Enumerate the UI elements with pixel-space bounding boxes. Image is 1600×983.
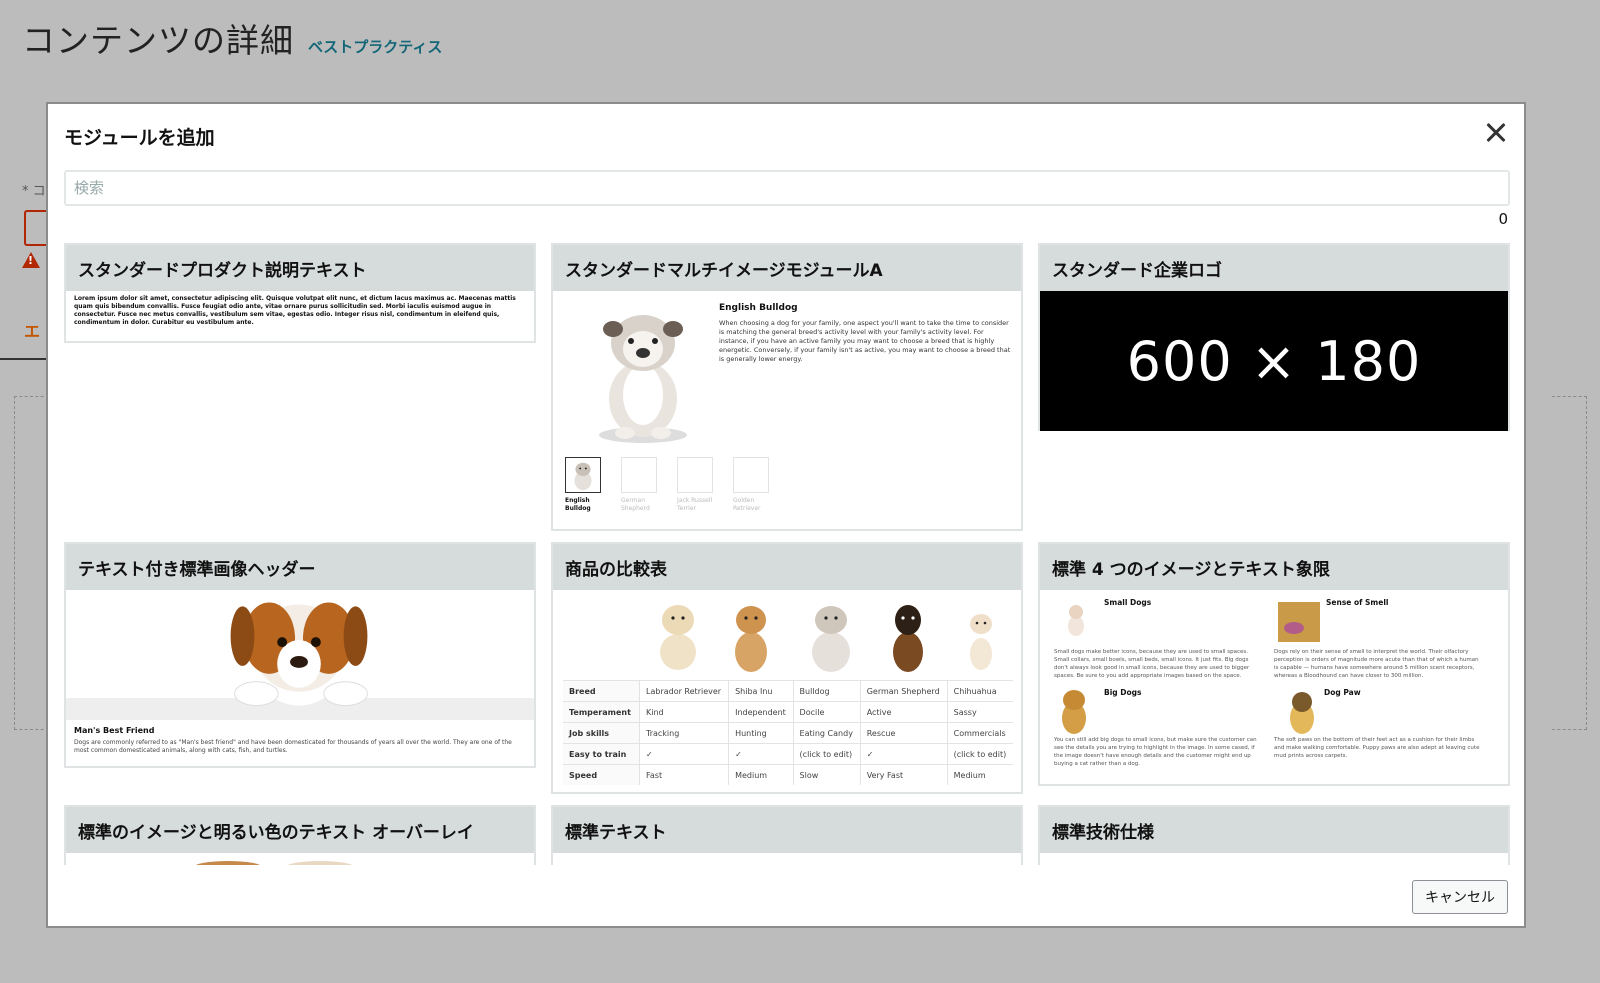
table-cell: Shiba Inu bbox=[728, 680, 794, 702]
table-cell: Labrador Retriever bbox=[638, 680, 729, 702]
module-card-four-image-quadrant[interactable]: 標準 4 つのイメージとテキスト象限 Small Dogs Small dogs… bbox=[1038, 542, 1510, 786]
bulldog-image bbox=[599, 315, 687, 443]
table-cell: Chihuahua bbox=[946, 680, 1013, 702]
table-row: Job skills Tracking Hunting Eating Candy Res… bbox=[563, 722, 1013, 744]
thumbnail-image bbox=[733, 457, 769, 493]
table-cell: Active bbox=[859, 701, 948, 723]
module-card-comparison-chart[interactable]: 商品の比較表 Breed Labrador Retriever Shiba Inu B… bbox=[551, 542, 1023, 794]
card-preview-image bbox=[195, 861, 353, 865]
thumbnail-image bbox=[621, 457, 657, 493]
module-card-company-logo[interactable]: スタンダード企業ロゴ 600 × 180 bbox=[1038, 243, 1510, 431]
puppy-image bbox=[66, 590, 534, 720]
module-card-tech-specs[interactable]: 標準技術仕様 bbox=[1038, 805, 1510, 865]
logo-placeholder: 600 × 180 bbox=[1040, 291, 1508, 431]
search-input[interactable] bbox=[64, 170, 1510, 206]
table-cell: ✓ bbox=[728, 743, 794, 765]
tab-underline bbox=[0, 358, 48, 360]
thumbnail-label: Jack Russell Terrier bbox=[677, 497, 713, 512]
background-input bbox=[24, 210, 48, 246]
card-title: スタンダードマルチイメージモジュールA bbox=[553, 245, 1021, 291]
preview-text: When choosing a dog for your family, one… bbox=[719, 319, 1011, 363]
warning-icon bbox=[22, 252, 40, 268]
table-row: Easy to train ✓ ✓ (click to edit) ✓ (click to… bbox=[563, 743, 1013, 765]
quadrant-text: The soft paws on the bottom of their fee… bbox=[1274, 737, 1480, 759]
table-cell: Kind bbox=[638, 701, 729, 723]
table-cell: Easy to train bbox=[563, 743, 640, 765]
close-icon[interactable] bbox=[1482, 118, 1510, 146]
table-row: Breed Labrador Retriever Shiba Inu Bulldog G… bbox=[563, 680, 1013, 702]
module-card-image-header-text[interactable]: テキスト付き標準画像ヘッダー Man's Best Friend Dogs ar… bbox=[64, 542, 536, 768]
table-cell: ✓ bbox=[859, 743, 948, 765]
page-header: コンテンツの詳細 ベストプラクティス bbox=[22, 14, 442, 62]
table-row: Temperament Kind Independent Docile Active Sa… bbox=[563, 701, 1013, 723]
table-cell: Slow bbox=[792, 764, 861, 785]
table-cell: Very Fast bbox=[859, 764, 948, 785]
comparison-images bbox=[553, 590, 1021, 680]
card-title: スタンダードプロダクト説明テキスト bbox=[66, 245, 534, 291]
background-tab: エ bbox=[24, 322, 41, 341]
card-title: 商品の比較表 bbox=[553, 544, 1021, 590]
card-title: テキスト付き標準画像ヘッダー bbox=[66, 544, 534, 590]
preview-heading: English Bulldog bbox=[719, 303, 798, 313]
module-card-product-description[interactable]: スタンダードプロダクト説明テキスト Lorem ipsum dolor sit … bbox=[64, 243, 536, 343]
table-cell: Medium bbox=[946, 764, 1013, 785]
quadrant-text: Dogs rely on their sense of smell to int… bbox=[1274, 649, 1479, 679]
quadrant-text: You can still add big dogs to small icon… bbox=[1054, 737, 1257, 767]
table-cell: Tracking bbox=[638, 722, 729, 744]
module-card-standard-text[interactable]: 標準テキスト bbox=[551, 805, 1023, 865]
table-cell: Rescue bbox=[859, 722, 948, 744]
table-cell: (click to edit) bbox=[792, 743, 861, 765]
required-field-label: * コ bbox=[22, 184, 46, 199]
module-card-image-light-overlay[interactable]: 標準のイメージと明るい色のテキスト オーバーレイ bbox=[64, 805, 536, 865]
card-title: 標準 4 つのイメージとテキスト象限 bbox=[1040, 544, 1508, 590]
table-cell: Medium bbox=[728, 764, 794, 785]
quadrant-title: Dog Paw bbox=[1324, 688, 1361, 697]
card-title: スタンダード企業ロゴ bbox=[1040, 245, 1508, 291]
module-card-multi-image[interactable]: スタンダードマルチイメージモジュールA English Bulldog When… bbox=[551, 243, 1023, 531]
caption-title: Man's Best Friend bbox=[74, 726, 155, 735]
page-title: コンテンツの詳細 bbox=[22, 21, 294, 60]
quadrant-title: Big Dogs bbox=[1104, 688, 1142, 697]
table-cell: German Shepherd bbox=[859, 680, 948, 702]
table-cell: (click to edit) bbox=[946, 743, 1013, 765]
quadrant-title: Small Dogs bbox=[1104, 598, 1152, 607]
result-count: 0 bbox=[1498, 210, 1508, 228]
table-cell: Job skills bbox=[563, 722, 640, 744]
dropzone-outline bbox=[1552, 396, 1587, 730]
module-grid: スタンダードプロダクト説明テキスト Lorem ipsum dolor sit … bbox=[64, 243, 1512, 865]
table-cell: Speed bbox=[563, 764, 640, 785]
thumbnail-label: Golden Retriever bbox=[733, 497, 761, 512]
card-title: 標準技術仕様 bbox=[1040, 807, 1508, 853]
thumbnail-label: English Bulldog bbox=[565, 497, 591, 512]
table-cell: Commercials bbox=[946, 722, 1013, 744]
table-cell: Breed bbox=[563, 680, 640, 702]
best-practices-link[interactable]: ベストプラクティス bbox=[308, 36, 442, 57]
cancel-button[interactable]: キャンセル bbox=[1412, 880, 1508, 914]
thumbnail-image bbox=[677, 457, 713, 493]
table-cell: Independent bbox=[728, 701, 794, 723]
quadrant-text: Small dogs make better icons, because th… bbox=[1054, 649, 1250, 679]
thumbnail-image bbox=[565, 457, 601, 493]
card-preview-text: Lorem ipsum dolor sit amet, consectetur … bbox=[74, 295, 516, 326]
caption-text: Dogs are commonly referred to as "Man's … bbox=[74, 739, 512, 754]
table-cell: Temperament bbox=[563, 701, 640, 723]
table-cell: ✓ bbox=[638, 743, 729, 765]
thumbnail-label: German Shepherd bbox=[621, 497, 650, 512]
card-title: 標準のイメージと明るい色のテキスト オーバーレイ bbox=[66, 807, 534, 853]
add-module-dialog: モジュールを追加 0 スタンダードプロダクト説明テキスト Lorem ipsum… bbox=[46, 102, 1526, 928]
table-cell: Eating Candy bbox=[792, 722, 861, 744]
card-title: 標準テキスト bbox=[553, 807, 1021, 853]
table-cell: Bulldog bbox=[792, 680, 861, 702]
comparison-table: Breed Labrador Retriever Shiba Inu Bulldog G… bbox=[563, 680, 1013, 785]
table-cell: Hunting bbox=[728, 722, 794, 744]
table-cell: Docile bbox=[792, 701, 861, 723]
table-cell: Fast bbox=[638, 764, 729, 785]
quadrant-title: Sense of Smell bbox=[1326, 598, 1389, 607]
dialog-title: モジュールを追加 bbox=[64, 127, 215, 149]
table-cell: Sassy bbox=[946, 701, 1013, 723]
dropzone-outline bbox=[14, 396, 49, 730]
table-row: Speed Fast Medium Slow Very Fast Medium bbox=[563, 764, 1013, 785]
